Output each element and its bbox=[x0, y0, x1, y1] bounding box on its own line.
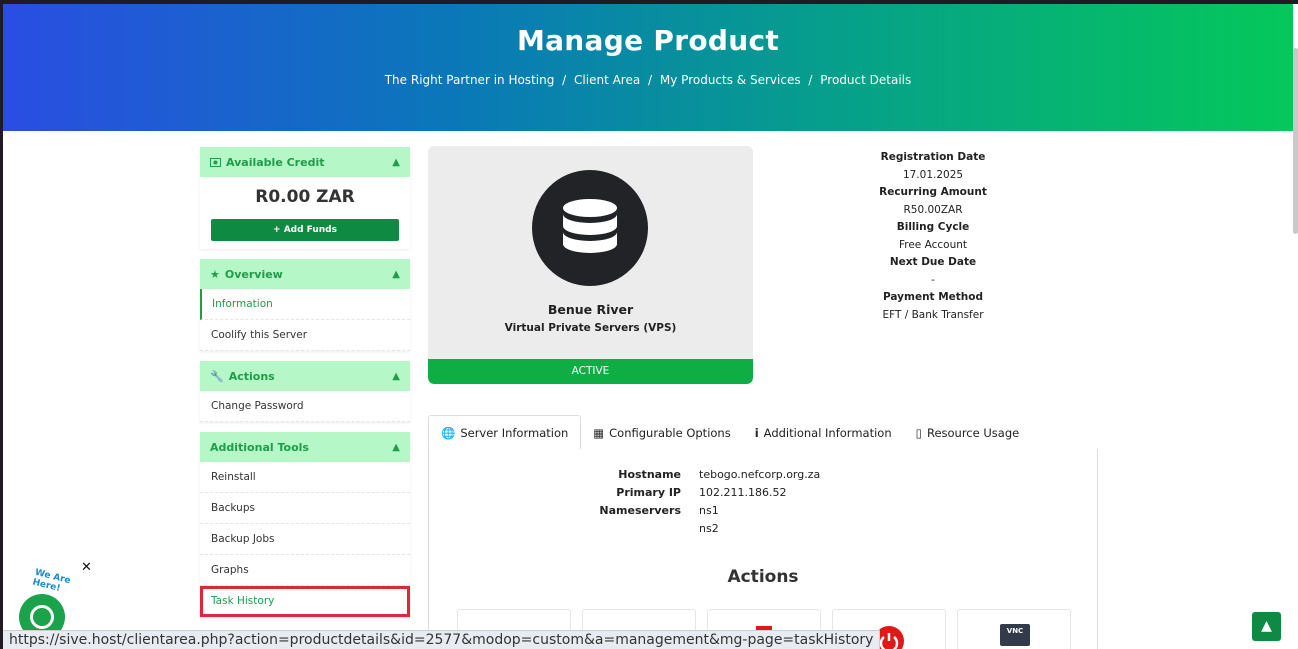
tab-label: Additional Information bbox=[763, 425, 892, 440]
nameservers-label: Nameservers bbox=[599, 503, 681, 517]
globe-icon: 🌐 bbox=[441, 425, 456, 440]
breadcrumb-products[interactable]: My Products & Services bbox=[660, 73, 801, 87]
detail-value: - bbox=[931, 273, 935, 286]
star-icon: ★ bbox=[210, 267, 220, 281]
sidebar: Available Credit ▲ R0.00 ZAR + Add Funds… bbox=[200, 147, 410, 627]
sidebar-item-change-password[interactable]: Change Password bbox=[200, 391, 410, 422]
page-header: Manage Product The Right Partner in Host… bbox=[3, 4, 1293, 131]
detail-value: 17.01.2025 bbox=[902, 168, 964, 181]
money-icon bbox=[210, 157, 221, 167]
sidebar-item-backup-jobs[interactable]: Backup Jobs bbox=[200, 524, 410, 555]
credit-amount: R0.00 ZAR bbox=[255, 187, 355, 207]
breadcrumb: The Right Partner in Hosting / Client Ar… bbox=[3, 73, 1293, 87]
database-icon bbox=[532, 170, 648, 286]
add-funds-label: Add Funds bbox=[283, 225, 337, 235]
ip-label: Primary IP bbox=[616, 485, 681, 499]
ns1-value: ns1 bbox=[699, 503, 719, 517]
detail-label: Next Due Date bbox=[889, 256, 977, 268]
product-details: Registration Date 17.01.2025 Recurring A… bbox=[853, 149, 1013, 324]
ip-value: 102.211.186.52 bbox=[699, 485, 787, 499]
actions-title: Actions bbox=[727, 567, 799, 587]
page: Manage Product The Right Partner in Host… bbox=[3, 4, 1293, 649]
breadcrumb-client-area[interactable]: Client Area bbox=[574, 73, 640, 87]
inbox-icon: ▯ bbox=[915, 425, 922, 440]
scroll-top-button[interactable]: ▲ bbox=[1252, 612, 1281, 641]
overview-panel-header[interactable]: ★ Overview ▲ bbox=[200, 259, 410, 289]
detail-value: Free Account bbox=[898, 238, 967, 251]
vnc-action-tile[interactable]: VNC bbox=[957, 609, 1071, 649]
tab-label: Resource Usage bbox=[926, 425, 1020, 440]
actions-panel: 🔧 Actions ▲ Change Password bbox=[200, 361, 410, 422]
scrollbar[interactable] bbox=[1293, 4, 1298, 649]
server-information-panel: Hostname tebogo.nefcorp.org.za Primary IP… bbox=[428, 449, 1098, 649]
hostname-label: Hostname bbox=[618, 467, 681, 481]
breadcrumb-home[interactable]: The Right Partner in Hosting bbox=[385, 73, 555, 87]
sidebar-item-information[interactable]: Information bbox=[200, 289, 410, 320]
tab-resource-usage[interactable]: ▯ Resource Usage bbox=[904, 415, 1032, 450]
credit-panel: Available Credit ▲ R0.00 ZAR + Add Funds bbox=[200, 147, 410, 249]
breadcrumb-separator: / bbox=[808, 73, 813, 87]
tools-panel: Additional Tools ▲ Reinstall Backups Bac… bbox=[200, 432, 410, 617]
info-icon: i bbox=[754, 425, 759, 440]
ns2-value: ns2 bbox=[699, 521, 719, 535]
status-badge: ACTIVE bbox=[428, 359, 753, 384]
tab-configurable-options[interactable]: ▦ Configurable Options bbox=[581, 415, 742, 450]
breadcrumb-separator: / bbox=[562, 73, 567, 87]
browser-status-url: https://sive.host/clientarea.php?action=… bbox=[3, 630, 881, 649]
detail-label: Billing Cycle bbox=[896, 221, 970, 233]
sidebar-item-backups[interactable]: Backups bbox=[200, 493, 410, 524]
detail-value: R50.00ZAR bbox=[903, 203, 963, 216]
breadcrumb-product-details: Product Details bbox=[820, 73, 912, 87]
hostname-value: tebogo.nefcorp.org.za bbox=[699, 467, 821, 481]
tab-server-information[interactable]: 🌐 Server Information bbox=[428, 415, 582, 450]
page-title: Manage Product bbox=[516, 24, 780, 57]
scrollbar-thumb[interactable] bbox=[1293, 48, 1298, 234]
chevron-up-icon[interactable]: ▲ bbox=[392, 442, 400, 453]
credit-panel-title: Available Credit bbox=[226, 155, 325, 169]
tools-panel-title: Additional Tools bbox=[210, 440, 309, 454]
chevron-up-icon[interactable]: ▲ bbox=[392, 157, 400, 168]
cubes-icon: ▦ bbox=[593, 425, 605, 440]
sidebar-item-task-history[interactable]: Task History bbox=[200, 586, 410, 617]
tab-additional-information[interactable]: i Additional Information bbox=[743, 415, 904, 450]
product-name: Benue River bbox=[547, 302, 634, 317]
detail-label: Recurring Amount bbox=[879, 186, 987, 198]
tab-label: Configurable Options bbox=[609, 425, 731, 440]
sidebar-item-graphs[interactable]: Graphs bbox=[200, 555, 410, 586]
detail-label: Registration Date bbox=[880, 151, 986, 163]
breadcrumb-separator: / bbox=[648, 73, 653, 87]
product-group: Virtual Private Servers (VPS) bbox=[504, 322, 677, 334]
wrench-icon: 🔧 bbox=[210, 369, 224, 383]
tab-label: Server Information bbox=[460, 425, 569, 440]
vnc-icon: VNC bbox=[1000, 624, 1030, 646]
add-funds-button[interactable]: + Add Funds bbox=[211, 219, 399, 241]
actions-panel-header[interactable]: 🔧 Actions ▲ bbox=[200, 361, 410, 391]
server-info-table: Hostname tebogo.nefcorp.org.za Primary IP… bbox=[589, 465, 820, 537]
detail-label: Payment Method bbox=[882, 291, 984, 303]
vnc-label: VNC bbox=[1006, 627, 1024, 635]
detail-value: EFT / Bank Transfer bbox=[882, 308, 984, 321]
sidebar-item-coolify[interactable]: Coolify this Server bbox=[200, 320, 410, 351]
actions-panel-title: Actions bbox=[228, 369, 275, 383]
overview-panel-title: Overview bbox=[224, 267, 283, 281]
overview-panel: ★ Overview ▲ Information Coolify this Se… bbox=[200, 259, 410, 351]
product-card: Benue River Virtual Private Servers (VPS… bbox=[428, 146, 753, 384]
plus-icon: + bbox=[273, 225, 281, 235]
sidebar-item-reinstall[interactable]: Reinstall bbox=[200, 462, 410, 493]
chevron-up-icon[interactable]: ▲ bbox=[392, 269, 400, 280]
tools-panel-header[interactable]: Additional Tools ▲ bbox=[200, 432, 410, 462]
credit-panel-header[interactable]: Available Credit ▲ bbox=[200, 147, 410, 177]
chevron-up-icon[interactable]: ▲ bbox=[392, 371, 400, 382]
rocket-icon: ▲ bbox=[1261, 618, 1272, 634]
tab-bar: 🌐 Server Information ▦ Configurable Opti… bbox=[428, 415, 1098, 450]
